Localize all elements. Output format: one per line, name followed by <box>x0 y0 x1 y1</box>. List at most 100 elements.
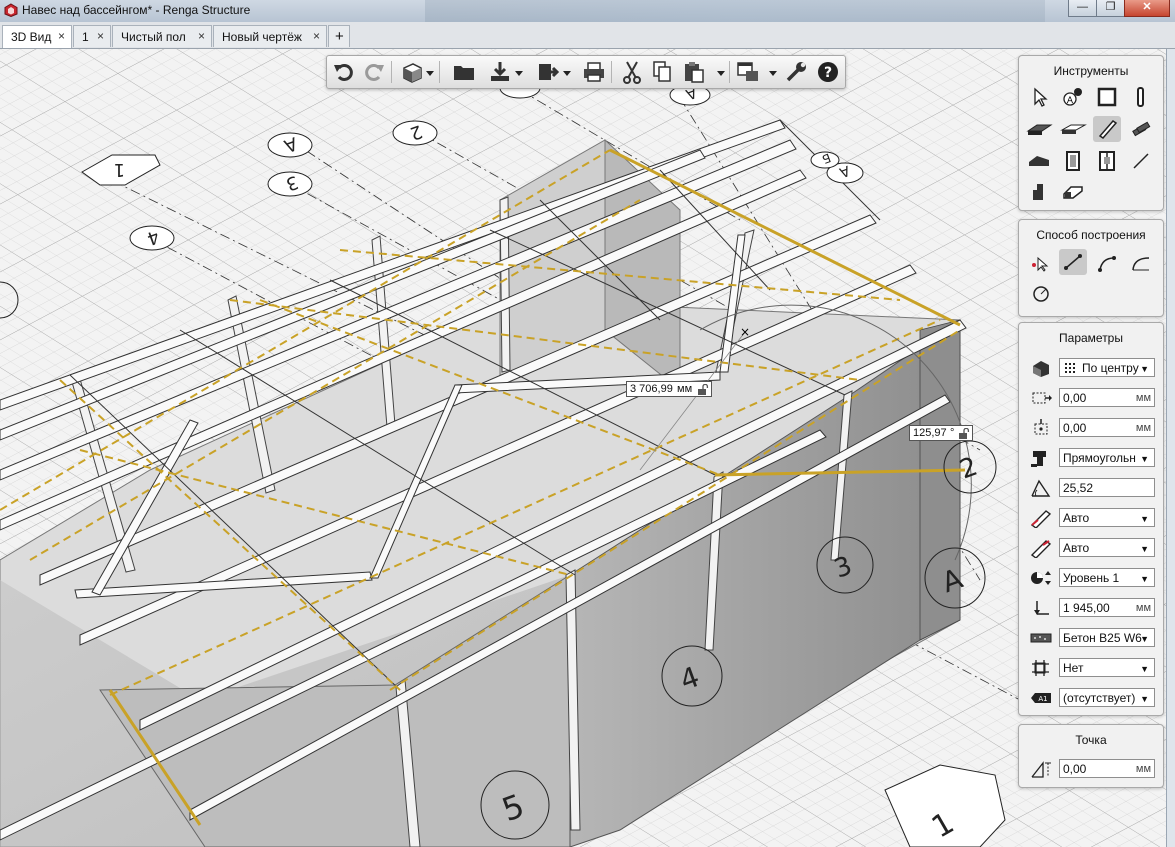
level-value: Уровень 1 <box>1063 571 1120 585</box>
toolbar-separator <box>611 61 612 83</box>
view-cube-icon[interactable] <box>399 59 425 85</box>
offset-x-field[interactable]: 0,00 мм <box>1059 388 1155 407</box>
main-toolbar: ? <box>326 55 846 89</box>
redo-icon[interactable] <box>361 59 387 85</box>
material-select[interactable]: Бетон B25 W6 ▼ <box>1059 628 1155 647</box>
params-panel-title: Параметры <box>1059 331 1123 345</box>
undo-icon[interactable] <box>331 59 357 85</box>
point-elevation-field[interactable]: 0,00 мм <box>1059 759 1155 778</box>
axis-label-1-top: 1 <box>114 159 125 180</box>
import-icon[interactable] <box>487 59 513 85</box>
level-select[interactable]: Уровень 1 ▼ <box>1059 568 1155 587</box>
angle-icon <box>1031 479 1051 497</box>
select-icon[interactable] <box>1025 84 1053 110</box>
profile-icon <box>1031 451 1046 467</box>
tab-close-icon[interactable]: × <box>313 29 320 43</box>
end-cut-select[interactable]: Авто ▼ <box>1059 538 1155 557</box>
folder-icon[interactable] <box>451 59 477 85</box>
chevron-down-icon[interactable] <box>426 69 434 77</box>
tab-label: Новый чертёж <box>222 30 302 44</box>
chevron-down-icon[interactable] <box>717 69 725 77</box>
slab-icon[interactable] <box>1025 116 1053 142</box>
lock-open-icon[interactable] <box>958 428 970 439</box>
window-title: Навес над бассейнгом* - Renga Structure <box>22 3 251 17</box>
chevron-down-icon[interactable] <box>515 69 523 77</box>
close-icon: ✕ <box>1142 1 1152 13</box>
copy-icon[interactable] <box>649 59 675 85</box>
offset-y-icon <box>1034 419 1048 435</box>
chevron-down-icon[interactable] <box>769 69 777 77</box>
end-cut-icon <box>1030 540 1052 558</box>
segment-mode-button[interactable] <box>1059 249 1087 275</box>
build-mode-title: Способ построения <box>1036 228 1146 242</box>
tab-label: 1 <box>82 30 89 44</box>
beam-tool-button[interactable] <box>1093 116 1121 142</box>
line-icon[interactable] <box>1127 148 1155 174</box>
chevron-down-icon[interactable] <box>563 69 571 77</box>
point-elevation-value: 0,00 <box>1063 762 1087 776</box>
ramp-icon[interactable] <box>1059 178 1087 204</box>
layers-icon[interactable] <box>735 59 761 85</box>
tab-label: 3D Вид <box>11 30 52 44</box>
floor-icon[interactable] <box>1059 116 1087 142</box>
rebar-select[interactable]: Нет ▼ <box>1059 658 1155 677</box>
3d-viewport[interactable]: × 1 4 3 A 2 A A Б 2 3 A 4 5 1 3 706,99 м… <box>0 49 1175 847</box>
alignment-select[interactable]: По центру ▼ <box>1059 358 1155 377</box>
tab-close-icon[interactable]: × <box>198 29 205 43</box>
start-cut-select[interactable]: Авто ▼ <box>1059 508 1155 527</box>
tab-1[interactable]: 1 × <box>73 25 111 47</box>
offset-y-value: 0,00 <box>1063 421 1087 435</box>
roof-icon[interactable] <box>1025 148 1053 174</box>
window-icon[interactable] <box>1093 148 1121 174</box>
cut-icon[interactable] <box>619 59 645 85</box>
chevron-down-icon: ▼ <box>1140 544 1149 554</box>
elevation-field[interactable]: 1 945,00 мм <box>1059 598 1155 617</box>
document-tab-bar: 3D Вид × 1 × Чистый пол × Новый чертёж ×… <box>0 22 1175 49</box>
offset-y-field[interactable]: 0,00 мм <box>1059 418 1155 437</box>
tab-close-icon[interactable]: × <box>58 29 65 43</box>
tab-3d-view[interactable]: 3D Вид × <box>2 25 72 48</box>
export-icon[interactable] <box>535 59 561 85</box>
curve-mode-icon[interactable] <box>1127 250 1155 276</box>
settings-wrench-icon[interactable] <box>783 59 809 85</box>
angle-field[interactable]: 25,52 <box>1059 478 1155 497</box>
minimize-button[interactable]: — <box>1068 0 1097 17</box>
elevation-icon <box>1034 601 1049 615</box>
maximize-button[interactable]: ❐ <box>1096 0 1125 17</box>
toolbar-separator <box>729 61 730 83</box>
door-icon[interactable] <box>1059 148 1087 174</box>
stair-icon[interactable] <box>1025 178 1053 204</box>
svg-text:?: ? <box>824 65 832 81</box>
tools-panel: Инструменты A <box>1018 55 1164 211</box>
length-readout[interactable]: 3 706,99 мм <box>626 381 712 397</box>
lock-open-icon[interactable] <box>697 384 709 395</box>
plus-icon: + <box>335 28 344 45</box>
angle-field-value: 25,52 <box>1063 481 1094 495</box>
axis-icon[interactable]: A <box>1059 84 1087 110</box>
offset-y-unit: мм <box>1135 422 1151 434</box>
close-window-button[interactable]: ✕ <box>1124 0 1170 17</box>
angle-readout[interactable]: 125,97 ° <box>909 425 973 441</box>
help-icon[interactable]: ? <box>815 59 841 85</box>
column-icon[interactable] <box>1127 84 1155 110</box>
wall-icon[interactable] <box>1093 84 1121 110</box>
mark-icon: A1 <box>1031 693 1051 703</box>
arc-mode-icon[interactable] <box>1093 250 1121 276</box>
add-tab-button[interactable]: + <box>328 25 350 47</box>
rebar-icon[interactable] <box>1127 116 1155 142</box>
mark-select[interactable]: (отсутствует) ▼ <box>1059 688 1155 707</box>
circle-mode-icon[interactable] <box>1027 281 1055 307</box>
point-elevation-icon <box>1031 761 1051 778</box>
profile-select[interactable]: Прямоугольн ▼ <box>1059 448 1155 467</box>
tab-new-drawing[interactable]: Новый чертёж × <box>213 25 327 47</box>
level-icon <box>1031 571 1051 585</box>
chevron-down-icon: ▼ <box>1140 364 1149 374</box>
tab-close-icon[interactable]: × <box>97 29 104 43</box>
print-icon[interactable] <box>581 59 607 85</box>
chevron-down-icon: ▼ <box>1140 664 1149 674</box>
tab-clean-floor[interactable]: Чистый пол × <box>112 25 212 47</box>
segment-mode-icon <box>1064 254 1082 270</box>
point-mode-icon[interactable] <box>1027 250 1055 276</box>
paste-icon[interactable] <box>681 59 707 85</box>
model-canvas[interactable]: × 1 4 3 A 2 A A Б 2 3 A 4 5 1 <box>0 49 1175 847</box>
